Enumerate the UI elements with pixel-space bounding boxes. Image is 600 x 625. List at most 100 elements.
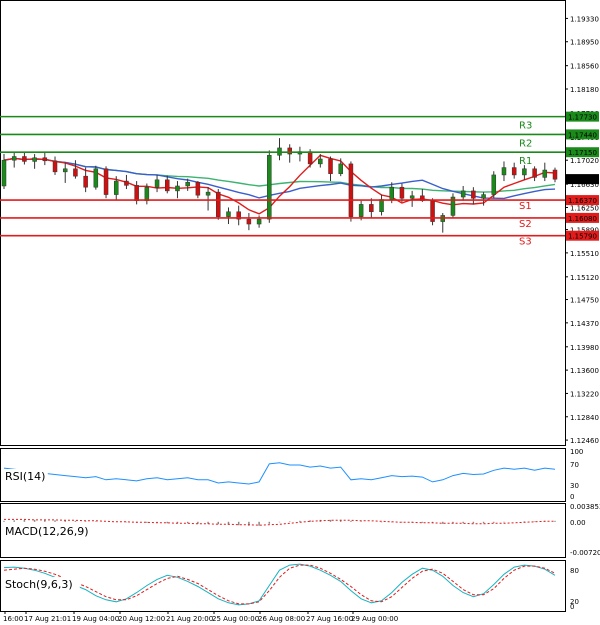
price-tick-label: 1.13980 bbox=[570, 344, 599, 352]
candle-body bbox=[532, 168, 537, 178]
candle-body bbox=[511, 167, 517, 176]
candle-body bbox=[246, 218, 252, 225]
candle-body bbox=[154, 179, 160, 188]
price-tick-label: 1.14750 bbox=[570, 297, 599, 305]
level-name-s3: S3 bbox=[519, 237, 532, 248]
candle-body bbox=[103, 168, 109, 195]
price-tick-label: 1.15120 bbox=[570, 274, 599, 282]
axes: 1.193301.189501.185601.181801.177901.174… bbox=[3, 15, 600, 623]
price-tick-label: 1.12460 bbox=[570, 437, 599, 445]
candle-body bbox=[481, 194, 486, 199]
level-name-s1: S1 bbox=[519, 201, 532, 212]
time-tick-label: 20 Aug 12:00 bbox=[118, 615, 165, 623]
candle-body bbox=[124, 180, 129, 186]
indicator-panels: RSI(14) MACD(12,26,9) Stoch(9,6,3) bbox=[0, 448, 566, 612]
indicator-name-label: MACD(12,26,9) bbox=[5, 525, 89, 538]
candle-body bbox=[358, 204, 364, 217]
candle-body bbox=[379, 199, 384, 213]
main-panel-frame bbox=[0, 0, 566, 446]
level-name-s2: S2 bbox=[519, 219, 532, 230]
price-tick-label: 1.16250 bbox=[570, 204, 599, 212]
candle-body bbox=[552, 169, 558, 180]
candle-body bbox=[318, 158, 323, 165]
candle-body bbox=[216, 191, 221, 217]
indicator-panel-frame bbox=[0, 448, 566, 502]
indicator-series-line bbox=[3, 462, 556, 485]
price-tick-label: 1.18180 bbox=[570, 86, 599, 94]
price-tick-label: 1.13220 bbox=[570, 390, 599, 398]
indicator-name-label: RSI(14) bbox=[5, 470, 45, 483]
indicator-tick-label: 70 bbox=[570, 461, 579, 469]
candle-body bbox=[93, 168, 99, 188]
candle-body bbox=[256, 218, 262, 225]
price-tick-label: 1.13600 bbox=[570, 367, 599, 375]
time-tick-label: 16:00 bbox=[3, 615, 23, 623]
candle-body bbox=[11, 156, 17, 161]
level-price-label: 1.15790 bbox=[568, 233, 597, 241]
time-tick-label: 19 Aug 04:00 bbox=[72, 615, 119, 623]
price-tick-label: 1.12840 bbox=[570, 414, 599, 422]
candle-body bbox=[83, 175, 88, 188]
chart-svg: R3 R2 R1 S1 S2 S3 RSI(14) MACD(12,26,9) Stoch(9… bbox=[0, 0, 600, 623]
time-tick-label: 27 Aug 16:00 bbox=[306, 615, 353, 623]
candle-body bbox=[42, 157, 48, 162]
candle-body bbox=[226, 211, 231, 217]
candle-body bbox=[52, 160, 58, 173]
candle-body bbox=[32, 157, 37, 162]
level-price-label: 1.17730 bbox=[568, 114, 597, 122]
candle-body bbox=[113, 180, 119, 195]
candle-body bbox=[22, 156, 27, 162]
price-tick-label: 1.18950 bbox=[570, 39, 599, 47]
indicator-tick-label: 80 bbox=[570, 567, 579, 575]
indicator-tick-label: 0.00 bbox=[570, 519, 586, 527]
main-price-panel: R3 R2 R1 S1 S2 S3 bbox=[0, 0, 566, 446]
price-tick-label: 1.15510 bbox=[570, 250, 599, 258]
indicator-tick-label: 0 bbox=[570, 603, 574, 611]
candle-body bbox=[491, 174, 497, 195]
candle-body bbox=[471, 190, 476, 199]
candle-body bbox=[165, 179, 170, 192]
candle-body bbox=[389, 186, 394, 200]
time-tick-label: 26 Aug 08:00 bbox=[258, 615, 305, 623]
indicator-tick-label: -0.007208 bbox=[570, 549, 600, 557]
level-name-r2: R2 bbox=[519, 138, 532, 149]
candle-body bbox=[287, 147, 292, 155]
indicator-tick-label: 0 bbox=[570, 493, 574, 501]
candle-body bbox=[399, 186, 405, 199]
candle-body bbox=[144, 186, 150, 201]
candle-body bbox=[460, 190, 466, 198]
indicator-series-line bbox=[3, 563, 556, 606]
indicator-tick-label: 30 bbox=[570, 482, 579, 490]
candle-body bbox=[409, 195, 415, 199]
current-price-label: 1.16712 bbox=[568, 176, 597, 184]
candle-body bbox=[175, 185, 180, 192]
candle-body bbox=[328, 158, 333, 174]
candle-body bbox=[62, 168, 68, 173]
level-price-label: 1.17440 bbox=[568, 131, 597, 139]
indicator-tick-label: 0.003853 bbox=[570, 503, 600, 511]
candle-body bbox=[73, 168, 78, 177]
time-tick-label: 25 Aug 00:00 bbox=[212, 615, 259, 623]
time-tick-label: 21 Aug 20:00 bbox=[166, 615, 213, 623]
indicator-name-label: Stoch(9,6,3) bbox=[5, 578, 73, 591]
time-tick-label: 29 Aug 00:00 bbox=[351, 615, 398, 623]
candle-body bbox=[369, 204, 374, 213]
candle-body bbox=[348, 163, 354, 217]
candle-body bbox=[205, 191, 211, 196]
candle-body bbox=[542, 169, 548, 178]
level-price-label: 1.16370 bbox=[568, 197, 597, 205]
candle-body bbox=[338, 163, 343, 174]
chart-root: R3 R2 R1 S1 S2 S3 RSI(14) MACD(12,26,9) Stoch(9… bbox=[0, 0, 600, 625]
level-name-r3: R3 bbox=[519, 121, 532, 132]
level-name-r1: R1 bbox=[519, 156, 532, 167]
candle-body bbox=[134, 185, 139, 201]
candle-body bbox=[195, 182, 201, 196]
price-tick-label: 1.18560 bbox=[570, 63, 599, 71]
price-tick-label: 1.17020 bbox=[570, 157, 599, 165]
level-price-label: 1.16080 bbox=[568, 215, 597, 223]
time-tick-label: 17 Aug 21:01 bbox=[24, 615, 71, 623]
candle-body bbox=[522, 168, 527, 176]
price-tick-label: 1.14370 bbox=[570, 320, 599, 328]
candle-body bbox=[1, 159, 7, 187]
candle-body bbox=[267, 155, 272, 220]
